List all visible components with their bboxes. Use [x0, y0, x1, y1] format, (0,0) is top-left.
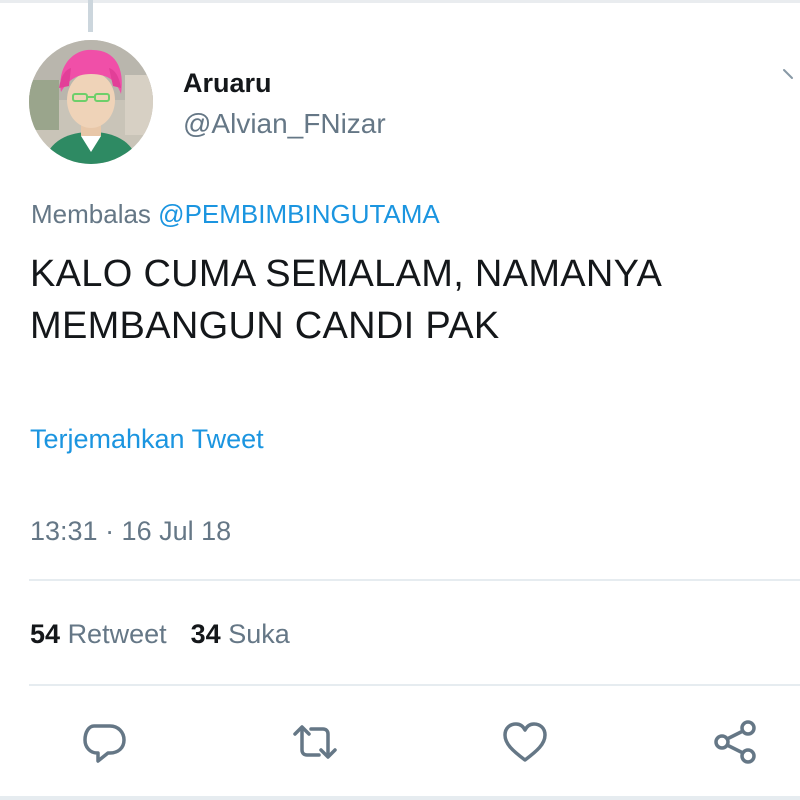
- translate-tweet-link[interactable]: Terjemahkan Tweet: [30, 424, 264, 455]
- bottom-border: [0, 796, 800, 800]
- retweet-label: Retweet: [67, 619, 167, 649]
- like-button[interactable]: [501, 718, 549, 766]
- divider: [29, 684, 800, 686]
- retweet-stat[interactable]: 54 Retweet: [30, 619, 167, 649]
- retweet-button[interactable]: [291, 718, 339, 766]
- retweet-count: 54: [30, 619, 61, 649]
- reply-icon: [83, 724, 126, 763]
- thread-connector-line: [88, 0, 93, 32]
- reply-prefix: Membalas: [31, 199, 151, 229]
- engagement-stats: 54 Retweet 34 Suka: [30, 619, 290, 650]
- reply-mention-link[interactable]: @PEMBIMBINGUTAMA: [158, 199, 440, 229]
- author-handle[interactable]: @Alvian_FNizar: [183, 108, 386, 140]
- author-name[interactable]: Aruaru: [183, 68, 272, 99]
- retweet-icon: [293, 725, 337, 759]
- avatar-image: [29, 40, 153, 164]
- tweet-text-line: KALO CUMA SEMALAM, NAMANYA: [30, 253, 663, 295]
- timestamp[interactable]: 13:31 · 16 Jul 18: [30, 516, 231, 547]
- tweet-text-line: MEMBANGUN CANDI PAK: [30, 305, 500, 347]
- chevron-down-icon[interactable]: [782, 66, 800, 89]
- reply-button[interactable]: [80, 718, 128, 766]
- share-button[interactable]: [712, 718, 760, 766]
- like-count: 34: [190, 619, 221, 649]
- like-label: Suka: [228, 619, 290, 649]
- heart-icon: [503, 722, 547, 762]
- top-border: [0, 0, 800, 3]
- avatar[interactable]: [29, 40, 153, 164]
- divider: [29, 579, 800, 581]
- tweet-text: KALO CUMA SEMALAM, NAMANYA MEMBANGUN CAN…: [30, 248, 770, 352]
- reply-context: Membalas @PEMBIMBINGUTAMA: [31, 199, 440, 230]
- like-stat[interactable]: 34 Suka: [191, 619, 290, 649]
- share-icon: [714, 720, 756, 764]
